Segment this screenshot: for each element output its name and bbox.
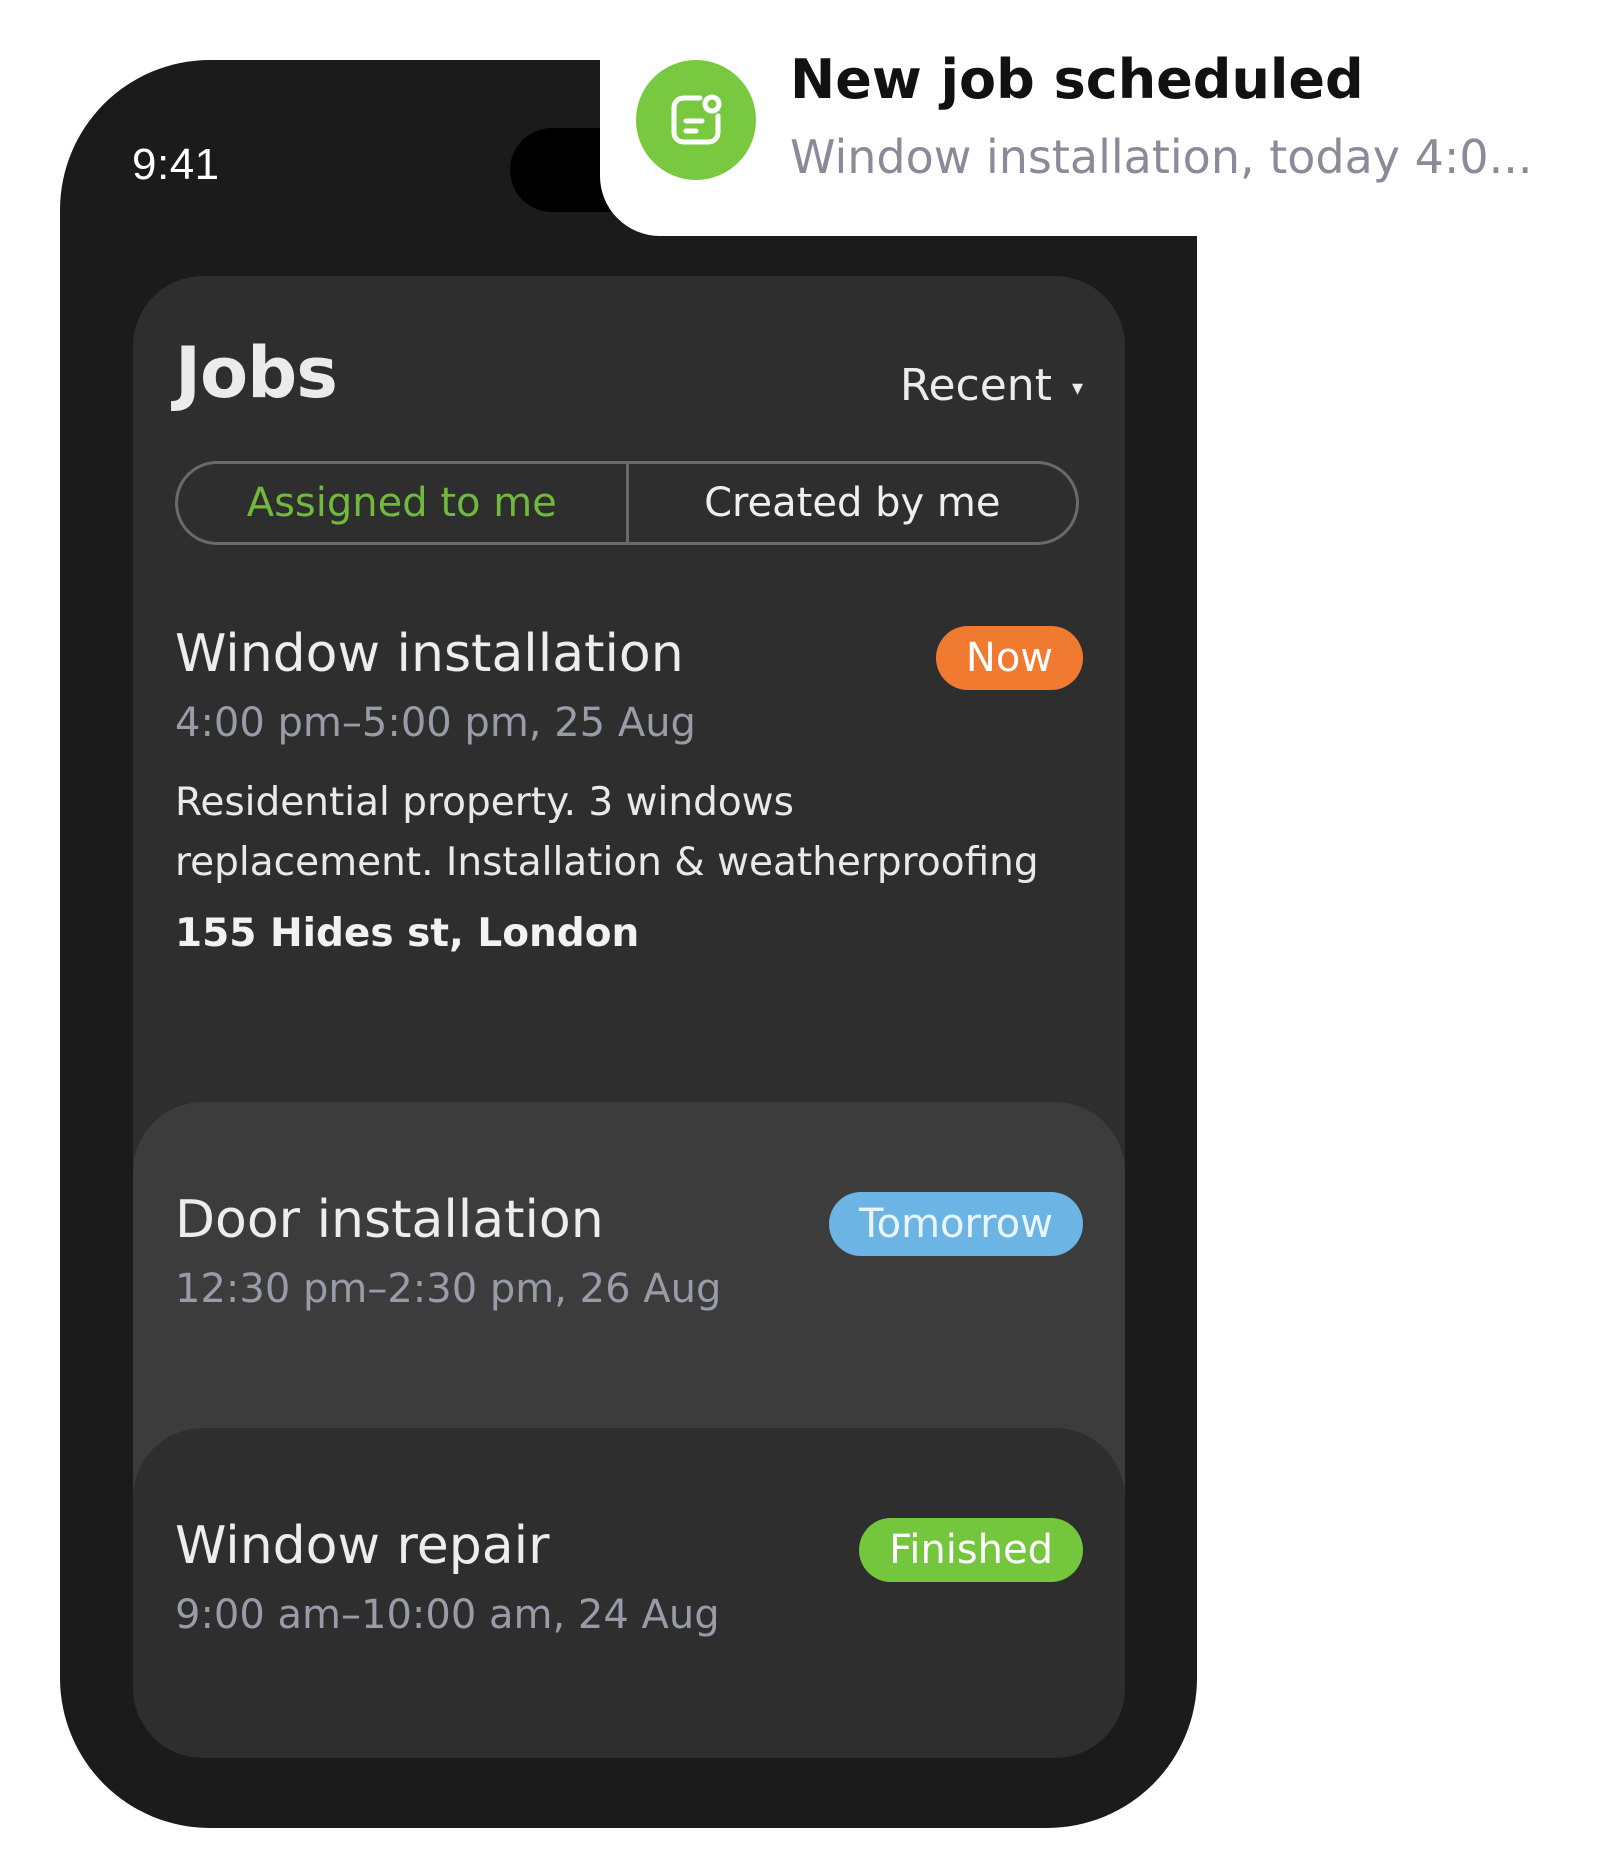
sort-dropdown[interactable]: Recent ▾	[900, 360, 1083, 411]
job-time: 9:00 am–10:00 am, 24 Aug	[175, 1592, 720, 1638]
job-address: 155 Hides st, London	[175, 911, 640, 956]
status-badge: Tomorrow	[828, 1192, 1083, 1256]
notification-banner[interactable]: New job scheduled Window installation, t…	[600, 0, 1600, 236]
page-title: Jobs	[175, 332, 338, 414]
status-time: 9:41	[132, 140, 220, 189]
caret-down-icon: ▾	[1071, 376, 1083, 401]
tab-assigned-to-me[interactable]: Assigned to me	[178, 464, 626, 542]
job-item-window-repair[interactable]: Window repair Finished 9:00 am–10:00 am,…	[133, 1428, 1125, 1758]
phone-frame: 9:41 Jobs Recent ▾ Assigned to me Create…	[60, 60, 1197, 1828]
note-icon	[636, 60, 756, 180]
job-title: Window installation	[175, 624, 684, 684]
job-time: 4:00 pm–5:00 pm, 25 Aug	[175, 700, 696, 746]
sort-label: Recent	[899, 360, 1052, 411]
tab-created-by-me[interactable]: Created by me	[625, 464, 1077, 542]
jobs-card: Jobs Recent ▾ Assigned to me Created by …	[133, 276, 1125, 1758]
status-badge: Now	[935, 626, 1083, 690]
notification-body: Window installation, today 4:0...	[790, 130, 1533, 184]
job-title: Door installation	[175, 1190, 604, 1250]
notification-title: New job scheduled	[790, 48, 1364, 111]
job-description: Residential property. 3 windows replacem…	[175, 780, 1039, 885]
segmented-control: Assigned to me Created by me	[175, 461, 1079, 545]
job-title: Window repair	[175, 1516, 550, 1576]
job-time: 12:30 pm–2:30 pm, 26 Aug	[175, 1266, 722, 1312]
status-badge: Finished	[859, 1518, 1083, 1582]
